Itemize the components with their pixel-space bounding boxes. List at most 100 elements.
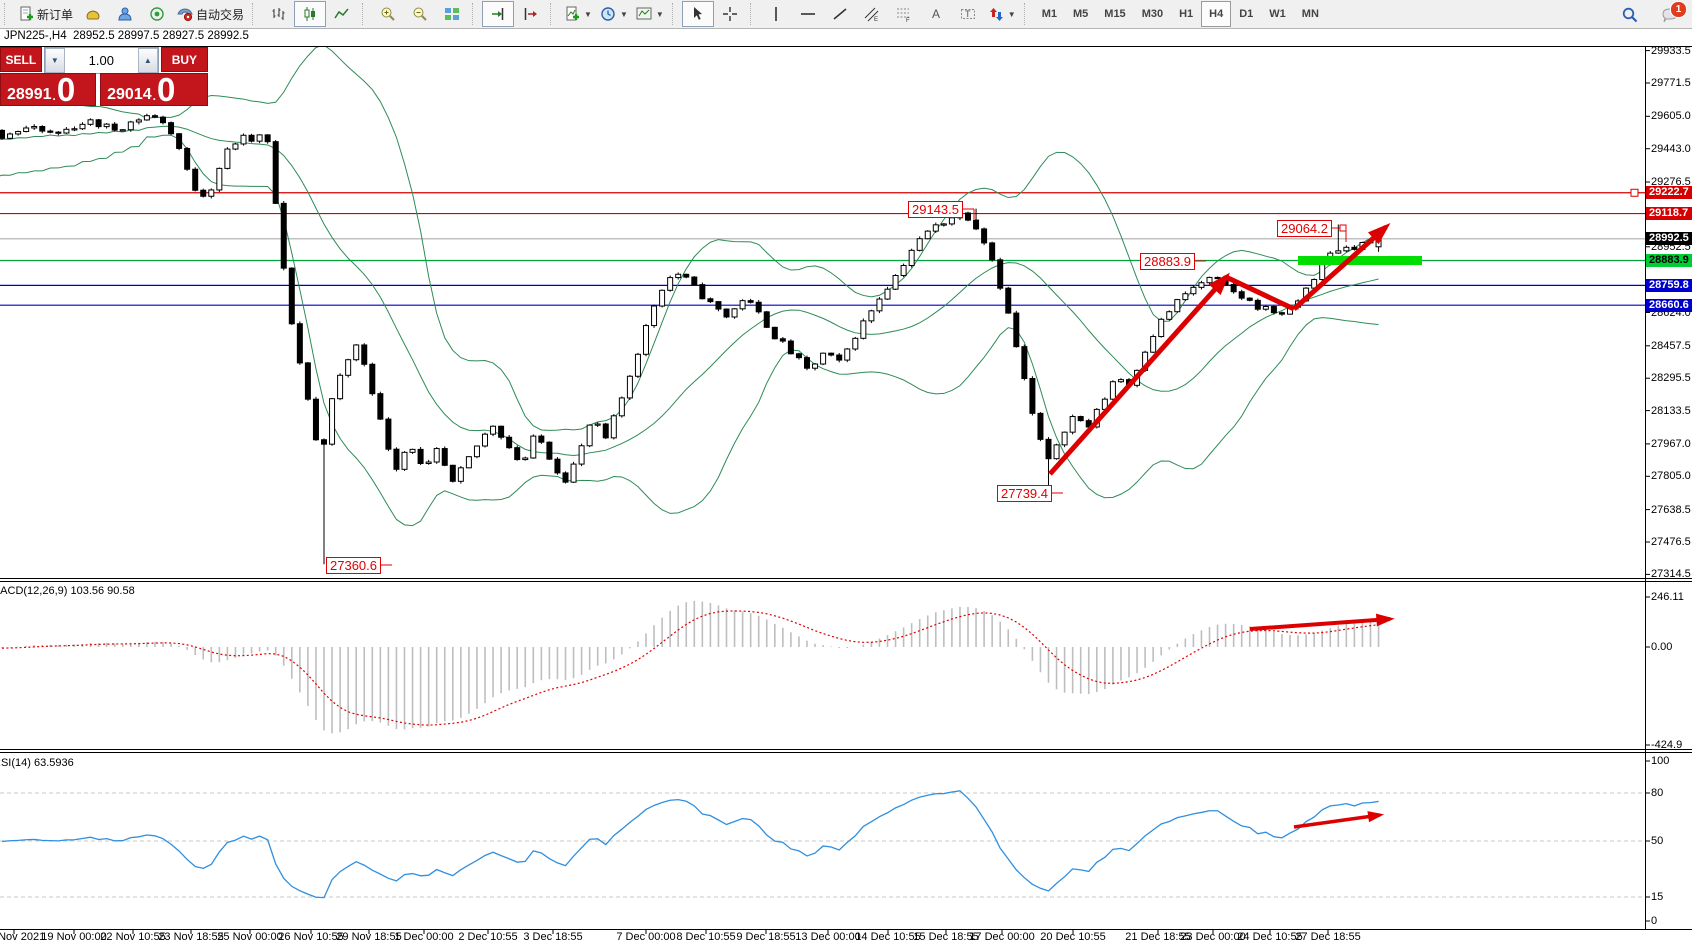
candlestick <box>1038 413 1043 439</box>
time-axis-label[interactable]: 3 Dec 18:55 <box>523 931 582 942</box>
timeframe-m1-button[interactable]: M1 <box>1034 1 1065 27</box>
notification-badge: 1 <box>1670 1 1687 18</box>
time-axis-label[interactable]: 19 Nov 00:00 <box>41 931 106 942</box>
volume-input[interactable]: 1.00 <box>65 48 138 73</box>
sell-price-display[interactable]: 28991 . 0 <box>0 73 96 106</box>
templates-button[interactable]: ▼ <box>632 1 668 27</box>
zoom-out-button[interactable] <box>404 1 436 27</box>
trend-arrow-line[interactable] <box>1250 619 1390 629</box>
auto-scroll-button[interactable] <box>482 1 514 27</box>
cursor-button[interactable] <box>682 1 714 27</box>
candlestick <box>217 168 222 190</box>
candlestick <box>627 376 632 398</box>
timeframe-m30-button[interactable]: M30 <box>1134 1 1171 27</box>
sell-button[interactable]: SELL <box>0 47 42 72</box>
time-axis-label[interactable]: 27 Dec 18:55 <box>1295 931 1360 942</box>
time-axis-label[interactable]: 29 Nov 18:55 <box>336 931 401 942</box>
candlestick <box>1159 319 1164 336</box>
time-axis-label[interactable]: 8 Dec 10:55 <box>676 931 735 942</box>
candlestick <box>1344 247 1349 251</box>
timeframe-m15-button[interactable]: M15 <box>1096 1 1133 27</box>
support-zone-highlight[interactable] <box>1298 256 1422 265</box>
time-axis-label[interactable]: 14 Dec 10:55 <box>855 931 920 942</box>
candlestick <box>1279 313 1284 314</box>
time-axis-label[interactable]: 25 Nov 00:00 <box>217 931 282 942</box>
navigator-button[interactable] <box>141 1 173 27</box>
time-axis-label[interactable]: 1 Dec 00:00 <box>394 931 453 942</box>
timeframe-d1-button[interactable]: D1 <box>1231 1 1261 27</box>
candlestick <box>241 135 246 144</box>
crosshair-button[interactable] <box>714 1 746 27</box>
price-annotation[interactable]: 29064.2 <box>1277 220 1332 237</box>
candlestick <box>1151 337 1156 353</box>
rsi-axis-tick: 50 <box>1651 835 1663 847</box>
candlestick <box>1199 283 1204 288</box>
time-axis-label[interactable]: 13 Dec 00:00 <box>795 931 860 942</box>
time-axis-label[interactable]: 2 Dec 10:55 <box>458 931 517 942</box>
price-annotation[interactable]: 27739.4 <box>997 485 1052 502</box>
indicators-button[interactable]: ▼ <box>560 1 596 27</box>
channel-icon: E <box>864 6 880 22</box>
macd-panel[interactable] <box>2 601 1379 734</box>
candlestick <box>619 398 624 416</box>
zoom-in-button[interactable] <box>372 1 404 27</box>
template-icon <box>636 6 652 22</box>
price-annotation[interactable]: 28883.9 <box>1140 253 1195 270</box>
candlestick <box>531 436 536 458</box>
equidistant-channel-button[interactable]: E <box>856 1 888 27</box>
candlestick-chart-button[interactable] <box>294 1 326 27</box>
time-axis-label[interactable]: 24 Dec 10:55 <box>1237 931 1302 942</box>
search-button[interactable] <box>1614 2 1646 28</box>
line-handle-marker[interactable] <box>1631 189 1638 196</box>
candlestick <box>265 135 270 142</box>
periods-button[interactable]: ▼ <box>596 1 632 27</box>
volume-decrease-button[interactable]: ▼ <box>45 48 65 73</box>
trend-arrow-line[interactable] <box>1050 277 1226 474</box>
price-tag: 29222.7 <box>1646 186 1692 199</box>
buy-price-display[interactable]: 29014 . 0 <box>100 73 208 106</box>
time-axis-label[interactable]: 20 Dec 10:55 <box>1040 931 1105 942</box>
horizontal-line-button[interactable] <box>792 1 824 27</box>
volume-increase-button[interactable]: ▲ <box>138 48 158 73</box>
arrows-button[interactable]: ▼ <box>984 1 1020 27</box>
candlestick <box>861 321 866 338</box>
market-watch-button[interactable] <box>109 1 141 27</box>
candlestick <box>901 265 906 275</box>
time-axis-label[interactable]: 7 Dec 00:00 <box>616 931 675 942</box>
time-axis-label[interactable]: 23 Dec 00:00 <box>1180 931 1245 942</box>
fibonacci-button[interactable]: F <box>888 1 920 27</box>
time-axis-label[interactable]: 18 Nov 2021 <box>0 931 45 942</box>
chart-profiles-button[interactable] <box>77 1 109 27</box>
new-order-button[interactable]: 新订单 <box>14 1 77 27</box>
time-axis-label[interactable]: 23 Nov 18:55 <box>158 931 223 942</box>
auto-trading-button[interactable]: 自动交易 <box>173 1 248 27</box>
rsi-panel[interactable] <box>0 791 1645 898</box>
timeframe-h4-button[interactable]: H4 <box>1201 1 1231 27</box>
auto-trading-label: 自动交易 <box>196 6 244 23</box>
price-axis-tick: 29443.0 <box>1651 143 1691 155</box>
time-axis-label[interactable]: 26 Nov 10:55 <box>278 931 343 942</box>
macd-axis-tick: 246.11 <box>1651 591 1684 603</box>
price-annotation[interactable]: 27360.6 <box>326 557 381 574</box>
price-annotation[interactable]: 29143.5 <box>908 201 963 218</box>
buy-button[interactable]: BUY <box>161 47 208 72</box>
timeframe-w1-button[interactable]: W1 <box>1261 1 1294 27</box>
bar-chart-button[interactable] <box>262 1 294 27</box>
time-axis-label[interactable]: 22 Nov 10:55 <box>100 931 165 942</box>
text-button[interactable]: A <box>920 1 952 27</box>
timeframe-m5-button[interactable]: M5 <box>1065 1 1096 27</box>
notifications-button[interactable]: 1 <box>1654 2 1686 28</box>
chart-shift-button[interactable] <box>514 1 546 27</box>
trendline-button[interactable] <box>824 1 856 27</box>
chart-canvas[interactable] <box>0 0 1692 942</box>
timeframe-mn-button[interactable]: MN <box>1294 1 1327 27</box>
candlestick <box>185 148 190 169</box>
line-chart-button[interactable] <box>326 1 358 27</box>
vertical-line-button[interactable] <box>760 1 792 27</box>
vertical-line-icon <box>768 6 784 22</box>
time-axis-label[interactable]: 17 Dec 00:00 <box>969 931 1034 942</box>
timeframe-h1-button[interactable]: H1 <box>1171 1 1201 27</box>
time-axis-label[interactable]: 9 Dec 18:55 <box>736 931 795 942</box>
tile-windows-button[interactable] <box>436 1 468 27</box>
text-label-button[interactable]: T <box>952 1 984 27</box>
